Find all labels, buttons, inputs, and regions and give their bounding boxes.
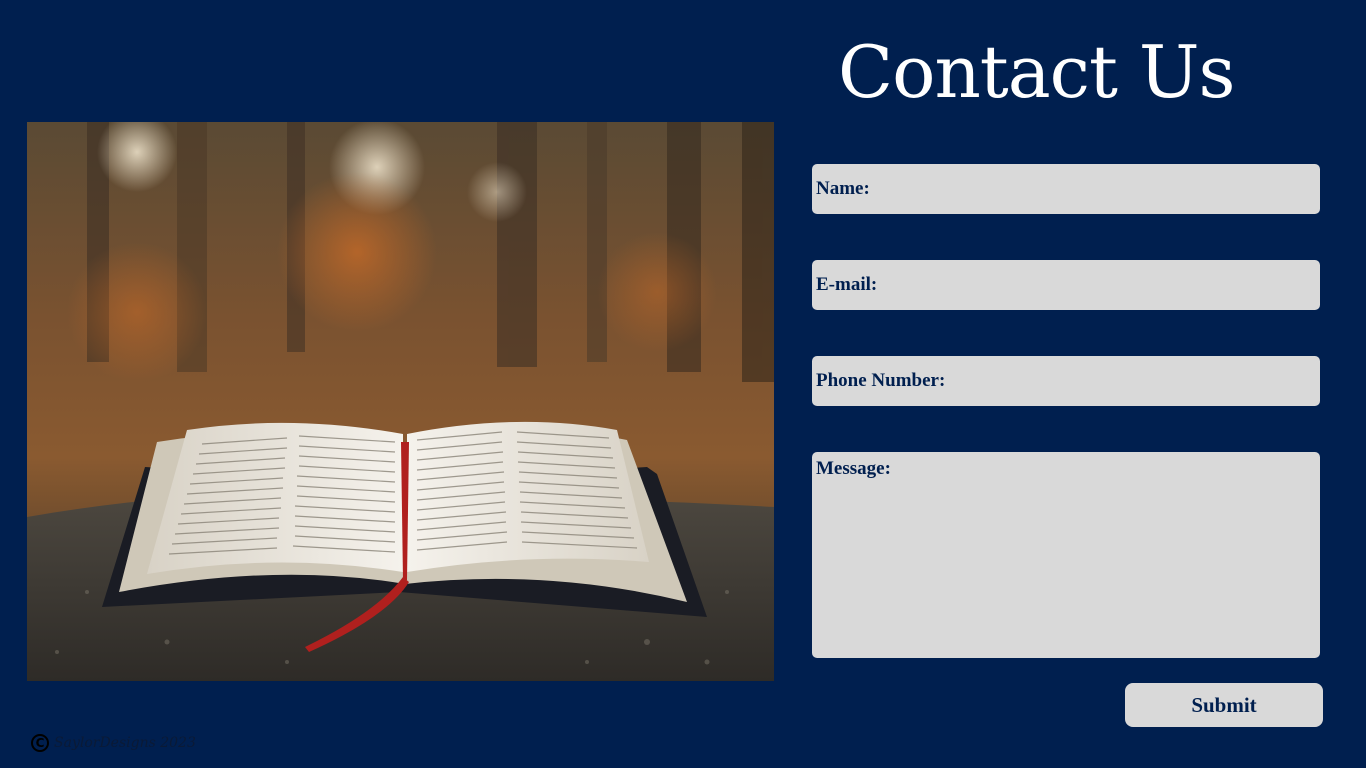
email-field[interactable]: E-mail:	[812, 260, 1320, 310]
message-field[interactable]: Message:	[812, 452, 1320, 658]
submit-button[interactable]: Submit	[1125, 683, 1323, 727]
message-label: Message:	[816, 458, 891, 479]
footer-copyright-text: SaylorDesigns 2023	[54, 735, 196, 751]
page-title: Contact Us	[838, 30, 1235, 114]
name-field[interactable]: Name:	[812, 164, 1320, 214]
name-label: Name:	[816, 178, 870, 199]
copyright-icon: C	[31, 734, 49, 752]
phone-number-label: Phone Number:	[816, 370, 946, 391]
footer: C SaylorDesigns 2023	[31, 731, 196, 755]
phone-number-field[interactable]: Phone Number:	[812, 356, 1320, 406]
email-label: E-mail:	[816, 274, 878, 295]
hero-photo	[27, 122, 774, 681]
